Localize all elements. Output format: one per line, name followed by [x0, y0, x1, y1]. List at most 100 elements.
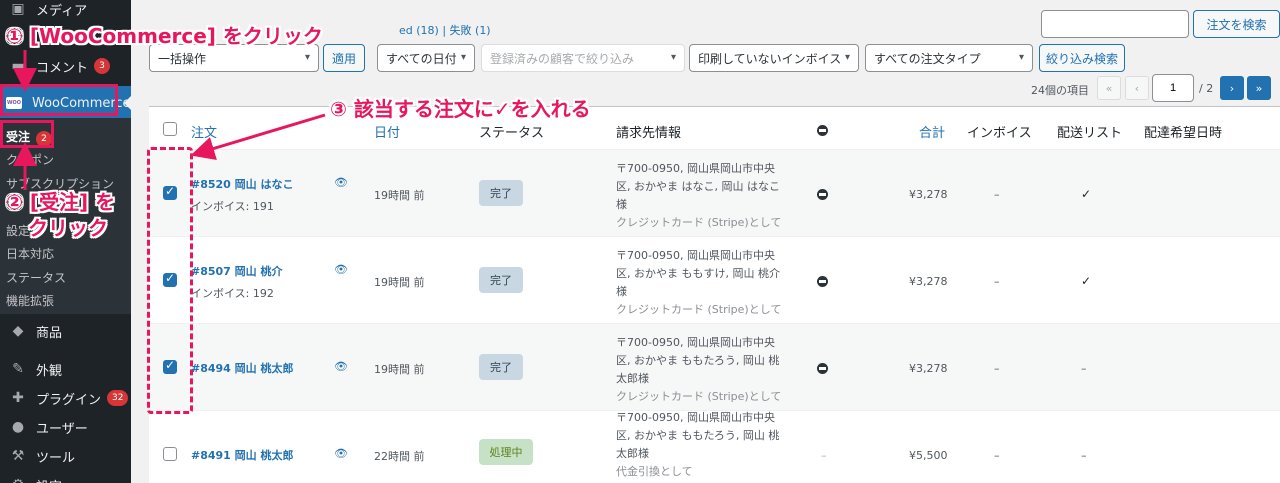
chevron-down-icon: ▾ — [304, 52, 310, 63]
chevron-down-icon: ▾ — [460, 52, 466, 63]
column-header-total[interactable]: 合計 — [919, 122, 945, 141]
sidebar-item-settings[interactable]: ⚙設定 — [0, 470, 131, 483]
order-type-select[interactable]: すべての注文タイプ ▾ — [865, 44, 1033, 72]
billing-address: 〒700-0950, 岡山県岡山市中央 区, おかやま はなこ, 岡山 はなこ様ク… — [616, 160, 786, 232]
billing-address: 〒700-0950, 岡山県岡山市中央 区, おかやま ももすけ, 岡山 桃介様ク… — [616, 247, 786, 319]
status-badge: 完了 — [479, 267, 523, 293]
apply-button[interactable]: 適用 — [323, 44, 365, 72]
order-link[interactable]: #8507 岡山 桃介 — [191, 263, 283, 279]
order-total: ¥3,278 — [909, 362, 948, 375]
invoice-icon[interactable] — [817, 189, 828, 200]
select-value: すべての日付 — [386, 51, 457, 66]
sidebar-item-label: ツール — [36, 450, 76, 466]
preview-eye-icon[interactable]: 👁 — [334, 447, 348, 460]
column-header-status: ステータス — [479, 126, 545, 141]
user-icon: ● — [11, 419, 25, 435]
submenu-item-settings[interactable]: 設定 — [6, 222, 30, 239]
column-header-order[interactable]: 注文 — [191, 122, 217, 141]
next-page-button[interactable]: › — [1220, 76, 1244, 100]
address-line: 区, おかやま はなこ, 岡山 はなこ — [616, 180, 780, 193]
invoice-icon[interactable] — [817, 276, 828, 287]
order-search-input[interactable] — [1041, 10, 1189, 38]
sidebar-item-products[interactable]: ◆ 商品 — [0, 316, 131, 346]
column-header-delivery-date: 配達希望日時 — [1144, 126, 1223, 141]
current-page-input[interactable] — [1152, 74, 1194, 102]
table-row[interactable]: #8494 岡山 桃太郎 👁 19時間 前 完了 〒700-0950, 岡山県岡… — [149, 323, 1280, 410]
filter-button[interactable]: 絞り込み検索 — [1039, 44, 1125, 72]
invoice-icon[interactable] — [817, 363, 828, 374]
first-page-button[interactable]: « — [1097, 76, 1121, 100]
invoice-icon-empty: – — [821, 449, 827, 462]
shipping-list-status: ✓ — [1081, 274, 1092, 288]
woocommerce-highlight-box — [0, 84, 118, 116]
step3-annotation: ③ 該当する注文に✓を入れる — [330, 97, 591, 121]
invoice-status: – — [994, 188, 1000, 201]
sidebar-item-comments[interactable]: ▬ コメント 3 — [0, 51, 131, 81]
select-all-checkbox[interactable] — [163, 122, 177, 136]
address-line: 太郎様 — [616, 372, 649, 385]
step2-annotation-line2: クリック — [28, 216, 108, 240]
invoice-number: インボイス: 192 — [191, 287, 274, 300]
row-checkbox[interactable] — [163, 447, 177, 461]
prev-page-button[interactable]: ‹ — [1125, 76, 1149, 100]
address-line: 様 — [616, 285, 627, 298]
invoice-filter-select[interactable]: 印刷していないインボイス ▾ — [689, 44, 859, 72]
sidebar-item-label: メディア — [36, 3, 88, 19]
order-total: ¥5,500 — [909, 449, 948, 462]
last-page-button[interactable]: » — [1247, 76, 1271, 100]
status-filter-links[interactable]: ed (18) | 失敗 (1) — [399, 22, 491, 38]
status-badge: 完了 — [479, 354, 523, 380]
plugins-count-badge: 32 — [107, 390, 129, 406]
address-line: 〒700-0950, 岡山県岡山市中央 — [616, 336, 775, 349]
sidebar-item-appearance[interactable]: ✎ 外観 — [0, 354, 131, 384]
customer-filter-select[interactable]: 登録済みの顧客で絞り込み ▾ — [481, 44, 685, 72]
submenu-item-status[interactable]: ステータス — [6, 269, 66, 286]
submenu-item-japan[interactable]: 日本対応 — [6, 245, 54, 262]
address-line: 〒700-0950, 岡山県岡山市中央 — [616, 411, 775, 424]
table-row[interactable]: #8491 岡山 桃太郎 👁 22時間 前 処理中 〒700-0950, 岡山県… — [149, 410, 1280, 483]
preview-eye-icon[interactable]: 👁 — [334, 263, 348, 276]
main-content: ed (18) | 失敗 (1) 注文を検索 一括操作 ▾ 適用 すべての日付 ▾ … — [131, 0, 1280, 483]
column-header-date[interactable]: 日付 — [374, 122, 400, 141]
date-filter-select[interactable]: すべての日付 ▾ — [377, 44, 475, 72]
invoice-status: – — [994, 449, 1000, 462]
wrench-icon: ⚒ — [11, 448, 25, 464]
orders-table: 注文 日付 ステータス 請求先情報 合計 インボイス 配送リスト 配達希望日時 … — [149, 106, 1280, 483]
order-link[interactable]: #8494 岡山 桃太郎 — [191, 360, 294, 376]
submenu-item-coupon[interactable]: クーポン — [6, 151, 54, 168]
table-row[interactable]: #8507 岡山 桃介 インボイス: 192 👁 19時間 前 完了 〒700-… — [149, 236, 1280, 323]
payment-method: クレジットカード (Stripe)として — [616, 216, 782, 229]
order-date: 19時間 前 — [374, 276, 425, 289]
preview-eye-icon[interactable]: 👁 — [334, 176, 348, 189]
shipping-list-status: – — [1081, 449, 1087, 462]
status-badge: 完了 — [479, 180, 523, 206]
checkbox-highlight-box — [147, 147, 193, 414]
select-value: すべての注文タイプ — [874, 51, 981, 66]
address-line: 区, おかやま ももすけ, 岡山 桃介 — [616, 267, 780, 280]
comments-count-badge: 3 — [94, 58, 111, 74]
address-line: 様 — [616, 198, 627, 211]
payment-method: クレジットカード (Stripe)として — [616, 390, 782, 403]
sidebar-item-plugins[interactable]: ✚ プラグイン 32 — [0, 383, 131, 413]
order-date: 19時間 前 — [374, 363, 425, 376]
sidebar-item-label: 商品 — [36, 325, 63, 341]
invoice-column-icon — [817, 125, 828, 136]
order-link[interactable]: #8520 岡山 はなこ — [191, 176, 294, 192]
comment-icon: ▬ — [11, 58, 25, 74]
invoice-status: – — [994, 362, 1000, 375]
submenu-item-extensions[interactable]: 機能拡張 — [6, 292, 54, 309]
select-value: 一括操作 — [158, 51, 207, 66]
plugin-icon: ✚ — [12, 390, 24, 406]
sidebar-item-users[interactable]: ● ユーザー — [0, 412, 131, 442]
chevron-down-icon: ▾ — [670, 52, 676, 63]
sidebar-item-tools[interactable]: ⚒ ツール — [0, 441, 131, 471]
order-link[interactable]: #8491 岡山 桃太郎 — [191, 447, 294, 463]
shipping-list-status: – — [1081, 362, 1087, 375]
order-date: 22時間 前 — [374, 450, 425, 463]
order-total: ¥3,278 — [909, 188, 948, 201]
table-row[interactable]: #8520 岡山 はなこ インボイス: 191 👁 19時間 前 完了 〒700… — [149, 149, 1280, 236]
total-pages: / 2 — [1199, 82, 1214, 95]
preview-eye-icon[interactable]: 👁 — [334, 360, 348, 373]
search-orders-button[interactable]: 注文を検索 — [1193, 10, 1280, 38]
payment-method: 代金引換として — [616, 465, 693, 478]
